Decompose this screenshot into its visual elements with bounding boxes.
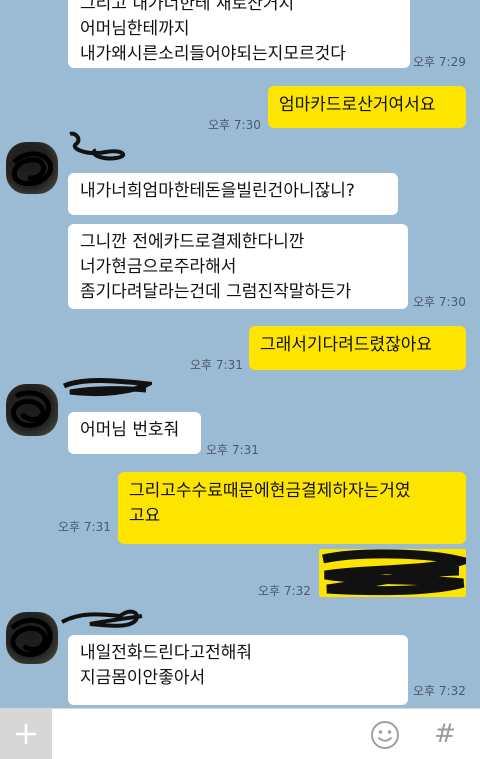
message-bubble-outgoing[interactable]: 엄마카드로산거여서요	[268, 86, 466, 128]
message-time: 오후 7:32	[258, 584, 311, 598]
attach-button[interactable]	[0, 709, 52, 759]
scribble-redaction-icon	[10, 617, 53, 657]
message-line: 너가현금으로주라해서	[80, 257, 237, 277]
scribbled-name-icon	[62, 378, 152, 397]
message-time: 오후 7:30	[413, 295, 466, 309]
message-line: 지금몸이안좋아서	[80, 668, 206, 688]
message-text: 어머님 번호줘	[80, 420, 180, 440]
hash-icon: #	[434, 719, 456, 749]
message-text: 내가너희엄마한테돈을빌린건아니잖니?	[80, 181, 355, 201]
scribbled-name-icon	[69, 131, 126, 161]
message-line: 그리고수수료때문에현금결제하자는거였	[129, 481, 411, 501]
message-text: 그래서기다려드렸잖아요	[260, 335, 433, 355]
message-bubble-outgoing[interactable]: 그리고수수료때문에현금결제하자는거였 고요	[118, 472, 466, 544]
message-bubble-outgoing-redacted[interactable]	[319, 549, 466, 597]
chat-area[interactable]: 그리고 내가너한테 새로산거지 어머님한테까지 내가왜시른소리들어야되는지모르것…	[0, 0, 480, 708]
sender-avatar[interactable]	[6, 142, 58, 194]
message-time: 오후 7:31	[206, 443, 259, 457]
message-text: 엄마카드로산거여서요	[279, 95, 436, 115]
sender-avatar[interactable]	[6, 612, 58, 664]
message-bubble-incoming[interactable]: 내가너희엄마한테돈을빌린건아니잖니?	[68, 173, 398, 215]
message-bubble-incoming[interactable]: 그리고 내가너한테 새로산거지 어머님한테까지 내가왜시른소리들어야되는지모르것…	[68, 0, 410, 68]
message-time: 오후 7:31	[58, 520, 111, 534]
scribble-redaction-icon	[322, 549, 466, 596]
message-bubble-outgoing[interactable]: 그래서기다려드렸잖아요	[249, 326, 466, 370]
message-time: 오후 7:32	[413, 684, 466, 698]
message-bubble-incoming[interactable]: 그니깐 전에카드로결제한다니깐 너가현금으로주라해서 좀기다려달라는건데 그럼진…	[68, 224, 408, 309]
message-input[interactable]	[60, 717, 364, 753]
plus-icon	[16, 724, 36, 744]
message-input-bar: #	[0, 708, 480, 759]
scribble-redaction-icon	[10, 390, 51, 428]
message-time: 오후 7:31	[190, 358, 243, 372]
message-line: 어머님한테까지	[80, 19, 190, 39]
scribble-redaction-icon	[12, 151, 53, 186]
emoji-icon	[371, 721, 399, 749]
message-line: 내가왜시른소리들어야되는지모르것다	[80, 44, 346, 64]
message-line: 좀기다려달라는건데 그럼진작말하든가	[80, 282, 352, 302]
message-time: 오후 7:30	[208, 118, 261, 132]
sender-avatar[interactable]	[6, 384, 58, 436]
hashtag-button[interactable]: #	[430, 717, 460, 751]
message-line: 그리고 내가너한테 새로산거지	[80, 0, 295, 14]
message-line: 고요	[129, 506, 161, 526]
message-time: 오후 7:29	[413, 55, 466, 69]
message-bubble-incoming[interactable]: 어머님 번호줘	[68, 412, 201, 454]
message-bubble-incoming[interactable]: 내일전화드린다고전해줘 지금몸이안좋아서	[68, 635, 408, 705]
emoji-button[interactable]	[369, 719, 401, 751]
message-line: 그니깐 전에카드로결제한다니깐	[80, 232, 305, 252]
message-line: 내일전화드린다고전해줘	[80, 643, 253, 663]
scribbled-name-icon	[61, 609, 143, 628]
